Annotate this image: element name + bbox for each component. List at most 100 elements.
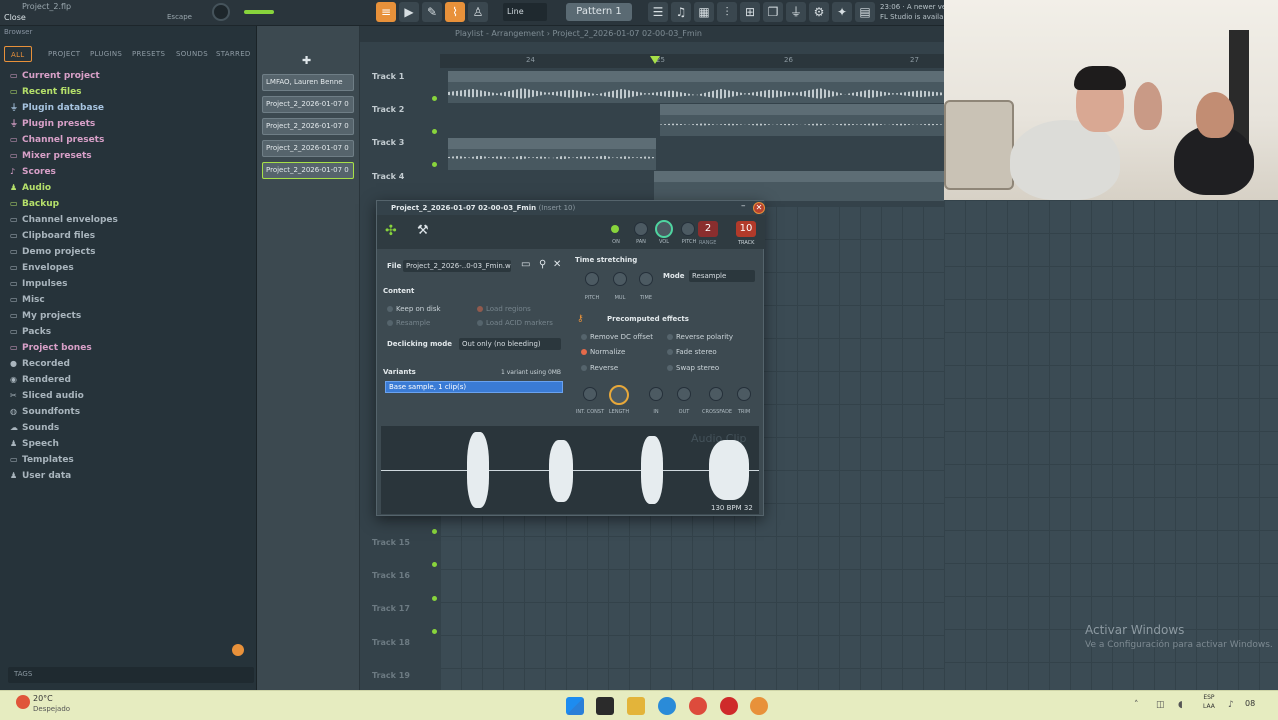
track-mute-led[interactable] <box>432 162 437 167</box>
fl-studio-icon[interactable] <box>750 697 768 715</box>
browser-item[interactable]: ♟ User data <box>10 468 250 484</box>
mixer-icon[interactable]: ⫶ <box>717 2 737 22</box>
file-path-field[interactable]: Project_2_2026-..0-03_Fmin.wav <box>403 260 511 272</box>
track-label[interactable]: Track 18 <box>372 638 410 647</box>
open-folder-icon[interactable]: ▭ <box>521 259 530 270</box>
browser-item[interactable]: ♟ Audio <box>10 180 250 196</box>
browser-item[interactable]: ▭ Channel presets <box>10 132 250 148</box>
chevron-up-icon[interactable]: ˄ <box>1134 700 1139 710</box>
fade-stereo-checkbox[interactable]: Fade stereo <box>667 348 717 356</box>
track-label[interactable]: Track 2 <box>372 105 404 114</box>
browser-item[interactable]: ▭ Impulses <box>10 276 250 292</box>
normalize-checkbox[interactable]: Normalize <box>581 348 625 356</box>
volume-knob[interactable] <box>655 220 673 238</box>
length-knob[interactable] <box>609 385 629 405</box>
browser-item[interactable]: ♟ Speech <box>10 436 250 452</box>
browser-icon[interactable]: ❐ <box>763 2 783 22</box>
update-notice[interactable]: 23:06 · A newer ver FL Studio is availa <box>880 2 944 22</box>
picker-clip[interactable]: Project_2_2026-01-07 0 <box>262 96 354 113</box>
tab-starred[interactable]: STARRED <box>216 46 251 62</box>
browser-item[interactable]: ◍ Soundfonts <box>10 404 250 420</box>
browser-item[interactable]: ⏚ Plugin presets <box>10 116 250 132</box>
tab-project[interactable]: PROJECT <box>48 46 80 62</box>
add-icon[interactable]: ✚ <box>302 54 311 67</box>
reverse-checkbox[interactable]: Reverse <box>581 364 618 372</box>
track-label[interactable]: Track 16 <box>372 571 410 580</box>
mixer-track-value[interactable]: 10 <box>736 221 756 237</box>
pin-icon[interactable]: ⚲ <box>539 259 546 270</box>
remove-dc-checkbox[interactable]: Remove DC offset <box>581 333 653 341</box>
pencil-icon[interactable]: ✎ <box>422 2 442 22</box>
stamp-icon[interactable]: ♙ <box>468 2 488 22</box>
language-indicator[interactable]: ESP LAA <box>1203 693 1215 711</box>
app-icon[interactable] <box>720 697 738 715</box>
tab-plugins[interactable]: PLUGINS <box>90 46 122 62</box>
playlist-grid-extension[interactable] <box>944 200 1278 690</box>
file-explorer-icon[interactable] <box>627 697 645 715</box>
swap-stereo-checkbox[interactable]: Swap stereo <box>667 364 719 372</box>
timeline-ruler[interactable]: 24 25 26 27 <box>440 54 944 68</box>
stretch-pitch-knob[interactable] <box>585 272 599 286</box>
playlist-icon[interactable]: ☰ <box>648 2 668 22</box>
browser-item[interactable]: ▭ Backup <box>10 196 250 212</box>
audio-clip[interactable]: Project_2_2026-01-07 01-56-19_Fmin <box>448 138 656 170</box>
sample-waveform-display[interactable]: Audio Clip 130 BPM 32 <box>381 426 759 514</box>
stretch-time-knob[interactable] <box>639 272 653 286</box>
weather-description[interactable]: Despejado <box>33 705 70 713</box>
browser-item[interactable]: ● Recorded <box>10 356 250 372</box>
track-label[interactable]: Track 3 <box>372 138 404 147</box>
master-volume-slider[interactable] <box>244 10 274 14</box>
minimize-icon[interactable]: – <box>741 201 746 211</box>
audio-clip[interactable]: Project_2_2026-01-07 01-58-47_Fmin <box>660 104 944 136</box>
browser-item[interactable]: ▭ Envelopes <box>10 260 250 276</box>
declicking-mode-select[interactable]: Out only (no bleeding) <box>459 338 561 350</box>
tools-icon[interactable]: ⚙ <box>809 2 829 22</box>
tab-sounds[interactable]: SOUNDS <box>176 46 208 62</box>
fade-in-knob[interactable] <box>649 387 663 401</box>
browser-item[interactable]: ▭ Demo projects <box>10 244 250 260</box>
track-mute-led[interactable] <box>432 596 437 601</box>
load-regions-checkbox[interactable]: Load regions <box>477 305 531 313</box>
master-pitch-knob[interactable] <box>212 3 230 21</box>
edge-icon[interactable] <box>658 697 676 715</box>
snap-select[interactable]: Line <box>503 3 547 21</box>
clock[interactable]: 08 <box>1245 699 1255 708</box>
stretch-mode-select[interactable]: Resample <box>689 270 755 282</box>
weather-temperature[interactable]: 20°C <box>33 694 53 703</box>
track-label[interactable]: Track 15 <box>372 538 410 547</box>
browser-item[interactable]: ◉ Rendered <box>10 372 250 388</box>
browser-item[interactable]: ▭ My projects <box>10 308 250 324</box>
track-mute-led[interactable] <box>432 129 437 134</box>
browser-item[interactable]: ✂ Sliced audio <box>10 388 250 404</box>
chrome-icon[interactable] <box>689 697 707 715</box>
browser-item[interactable]: ▭ Recent files <box>10 84 250 100</box>
weather-icon[interactable] <box>16 695 30 709</box>
browser-item[interactable]: ⏚ Plugin database <box>10 100 250 116</box>
track-mute-led[interactable] <box>432 562 437 567</box>
track-label[interactable]: Track 4 <box>372 172 404 181</box>
variant-item-selected[interactable]: Base sample, 1 clip(s) <box>385 381 563 393</box>
picker-clip[interactable]: LMFAO, Lauren Benne <box>262 74 354 91</box>
browser-item[interactable]: ▭ Channel envelopes <box>10 212 250 228</box>
piano-roll-icon[interactable]: ♫ <box>671 2 691 22</box>
browser-item[interactable]: ▭ Packs <box>10 324 250 340</box>
browser-item[interactable]: ▭ Current project <box>10 68 250 84</box>
pattern-song-toggle-icon[interactable]: ≡ <box>376 2 396 22</box>
wrench-icon[interactable]: ⚒ <box>417 223 429 238</box>
resample-checkbox[interactable]: Resample <box>387 319 430 327</box>
on-led[interactable] <box>611 225 619 233</box>
speaker-icon[interactable]: ♪ <box>1228 700 1234 710</box>
tag-icon[interactable]: ✦ <box>832 2 852 22</box>
keep-on-disk-checkbox[interactable]: Keep on disk <box>387 305 441 313</box>
picker-clip[interactable]: Project_2_2026-01-07 0 <box>262 118 354 135</box>
dialog-title-bar[interactable]: Project_2_2026-01-07 02-00-03_Fmin (Inse… <box>377 201 765 215</box>
trim-knob[interactable] <box>737 387 751 401</box>
playhead-marker[interactable] <box>650 56 660 64</box>
browser-item[interactable]: ▭ Misc <box>10 292 250 308</box>
stretch-mul-knob[interactable] <box>613 272 627 286</box>
browser-item[interactable]: ☁ Sounds <box>10 420 250 436</box>
track-mute-led[interactable] <box>432 529 437 534</box>
track-label[interactable]: Track 1 <box>372 72 404 81</box>
pan-knob[interactable] <box>634 222 648 236</box>
track-label[interactable]: Track 19 <box>372 671 410 680</box>
